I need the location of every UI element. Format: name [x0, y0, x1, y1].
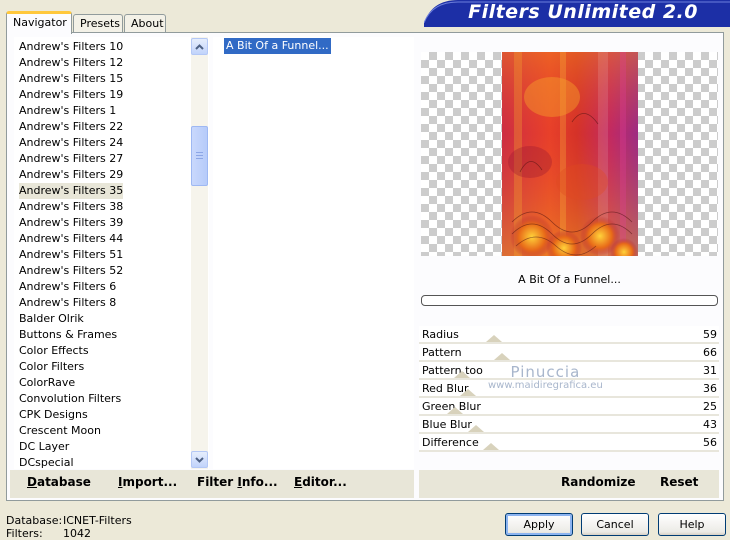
- category-item[interactable]: Andrew's Filters 12: [19, 55, 123, 71]
- editor-button[interactable]: Editor...: [294, 475, 347, 489]
- slider-row[interactable]: Radius 59: [419, 326, 719, 344]
- slider-label: Difference: [422, 436, 479, 449]
- scroll-down-button[interactable]: [191, 451, 208, 468]
- filter-info-button[interactable]: Filter Info...: [197, 475, 278, 489]
- category-item[interactable]: Color Filters: [19, 359, 84, 375]
- category-item[interactable]: Andrew's Filters 44: [19, 231, 123, 247]
- tab-about[interactable]: About: [124, 14, 166, 33]
- randomize-button[interactable]: Randomize: [561, 475, 635, 489]
- category-item[interactable]: DC Layer: [19, 439, 69, 455]
- category-item[interactable]: Balder Olrik: [19, 311, 84, 327]
- category-item[interactable]: Andrew's Filters 52: [19, 263, 123, 279]
- category-item[interactable]: CPK Designs: [19, 407, 88, 423]
- apply-button[interactable]: Apply: [505, 513, 573, 536]
- tab-navigator[interactable]: Navigator: [6, 11, 72, 34]
- slider-label: Pattern: [422, 346, 462, 359]
- slider-row[interactable]: Blue Blur 43: [419, 416, 719, 434]
- category-item[interactable]: Andrew's Filters 10: [19, 39, 123, 55]
- grip-line: [196, 158, 203, 159]
- filters-info: Filters: 1042: [6, 527, 91, 540]
- slider-thumb[interactable]: [447, 407, 463, 414]
- category-item[interactable]: Andrew's Filters 22: [19, 119, 123, 135]
- chevron-down-icon: [195, 456, 204, 463]
- cancel-button[interactable]: Cancel: [581, 513, 649, 536]
- category-item[interactable]: Andrew's Filters 6: [19, 279, 116, 295]
- tab-label: About: [131, 17, 164, 30]
- slider-label: Blue Blur: [422, 418, 472, 431]
- filters-label: Filters:: [6, 527, 43, 540]
- scroll-thumb[interactable]: [191, 126, 208, 186]
- database-button[interactable]: Database: [27, 475, 91, 489]
- category-item[interactable]: Andrew's Filters 15: [19, 71, 123, 87]
- preview-canvas: [421, 52, 718, 256]
- preview-image: [502, 52, 638, 256]
- category-item[interactable]: Crescent Moon: [19, 423, 101, 439]
- category-item[interactable]: Andrew's Filters 24: [19, 135, 123, 151]
- slider-value: 36: [703, 382, 717, 395]
- watermark-url: www.maidiregrafica.eu: [488, 380, 603, 391]
- category-item[interactable]: Andrew's Filters 38: [19, 199, 123, 215]
- slider-thumb[interactable]: [494, 353, 510, 360]
- app-title: Filters Unlimited 2.0: [468, 1, 698, 23]
- help-button[interactable]: Help: [658, 513, 726, 536]
- category-scrollbar[interactable]: [191, 37, 208, 469]
- tab-presets[interactable]: Presets: [73, 14, 123, 33]
- slider-thumb[interactable]: [486, 335, 502, 342]
- category-item[interactable]: Convolution Filters: [19, 391, 121, 407]
- right-toolbar: Randomize Reset: [419, 470, 719, 498]
- category-item[interactable]: DCspecial: [19, 455, 74, 468]
- effect-name-label: A Bit Of a Funnel...: [518, 273, 621, 286]
- title-banner: Filters Unlimited 2.0: [424, 0, 730, 27]
- slider-label: Radius: [422, 328, 459, 341]
- database-value: ICNET-Filters: [63, 514, 132, 527]
- watermark-name: Pinuccia: [510, 363, 581, 381]
- watermark: Pinuccia www.maidiregrafica.eu: [488, 363, 603, 391]
- slider-value: 43: [703, 418, 717, 431]
- category-item[interactable]: Andrew's Filters 27: [19, 151, 123, 167]
- database-info: Database: ICNET-Filters: [6, 514, 132, 527]
- category-item[interactable]: Andrew's Filters 35: [19, 183, 124, 199]
- tab-label: Presets: [80, 17, 121, 30]
- category-item[interactable]: Buttons & Frames: [19, 327, 117, 343]
- slider-value: 59: [703, 328, 717, 341]
- category-list[interactable]: Andrew's Filters 10 Andrew's Filters 12 An…: [14, 37, 209, 469]
- slider-thumb[interactable]: [483, 443, 499, 450]
- reset-button[interactable]: Reset: [660, 475, 698, 489]
- category-item[interactable]: ColorRave: [19, 375, 75, 391]
- filters-value: 1042: [63, 527, 91, 540]
- slider-thumb[interactable]: [454, 371, 470, 378]
- filter-list[interactable]: A Bit Of a Funnel...: [213, 37, 414, 469]
- slider-label: Pattern,too: [422, 364, 483, 377]
- filter-item-selected[interactable]: A Bit Of a Funnel...: [224, 38, 331, 54]
- chevron-up-icon: [195, 43, 204, 50]
- slider-row[interactable]: Difference 56: [419, 434, 719, 452]
- slider-value: 66: [703, 346, 717, 359]
- category-item[interactable]: Andrew's Filters 19: [19, 87, 123, 103]
- import-button[interactable]: Import...: [118, 475, 177, 489]
- progress-bar: [421, 295, 718, 306]
- slider-row[interactable]: Pattern 66: [419, 344, 719, 362]
- category-item[interactable]: Andrew's Filters 51: [19, 247, 123, 263]
- slider-track[interactable]: [419, 450, 719, 452]
- category-item[interactable]: Andrew's Filters 39: [19, 215, 123, 231]
- grip-line: [196, 155, 203, 156]
- left-toolbar: Database Import... Filter Info... Editor…: [10, 470, 414, 498]
- scroll-up-button[interactable]: [191, 38, 208, 55]
- category-item[interactable]: Andrew's Filters 29: [19, 167, 123, 183]
- grip-line: [196, 152, 203, 153]
- tab-label: Navigator: [13, 16, 67, 29]
- slider-value: 31: [703, 364, 717, 377]
- category-item[interactable]: Color Effects: [19, 343, 89, 359]
- slider-thumb[interactable]: [468, 425, 484, 432]
- slider-thumb[interactable]: [460, 389, 476, 396]
- category-item[interactable]: Andrew's Filters 1: [19, 103, 116, 119]
- slider-value: 25: [703, 400, 717, 413]
- slider-row[interactable]: Green Blur 25: [419, 398, 719, 416]
- database-label: Database:: [6, 514, 63, 527]
- slider-value: 56: [703, 436, 717, 449]
- category-item[interactable]: Andrew's Filters 8: [19, 295, 116, 311]
